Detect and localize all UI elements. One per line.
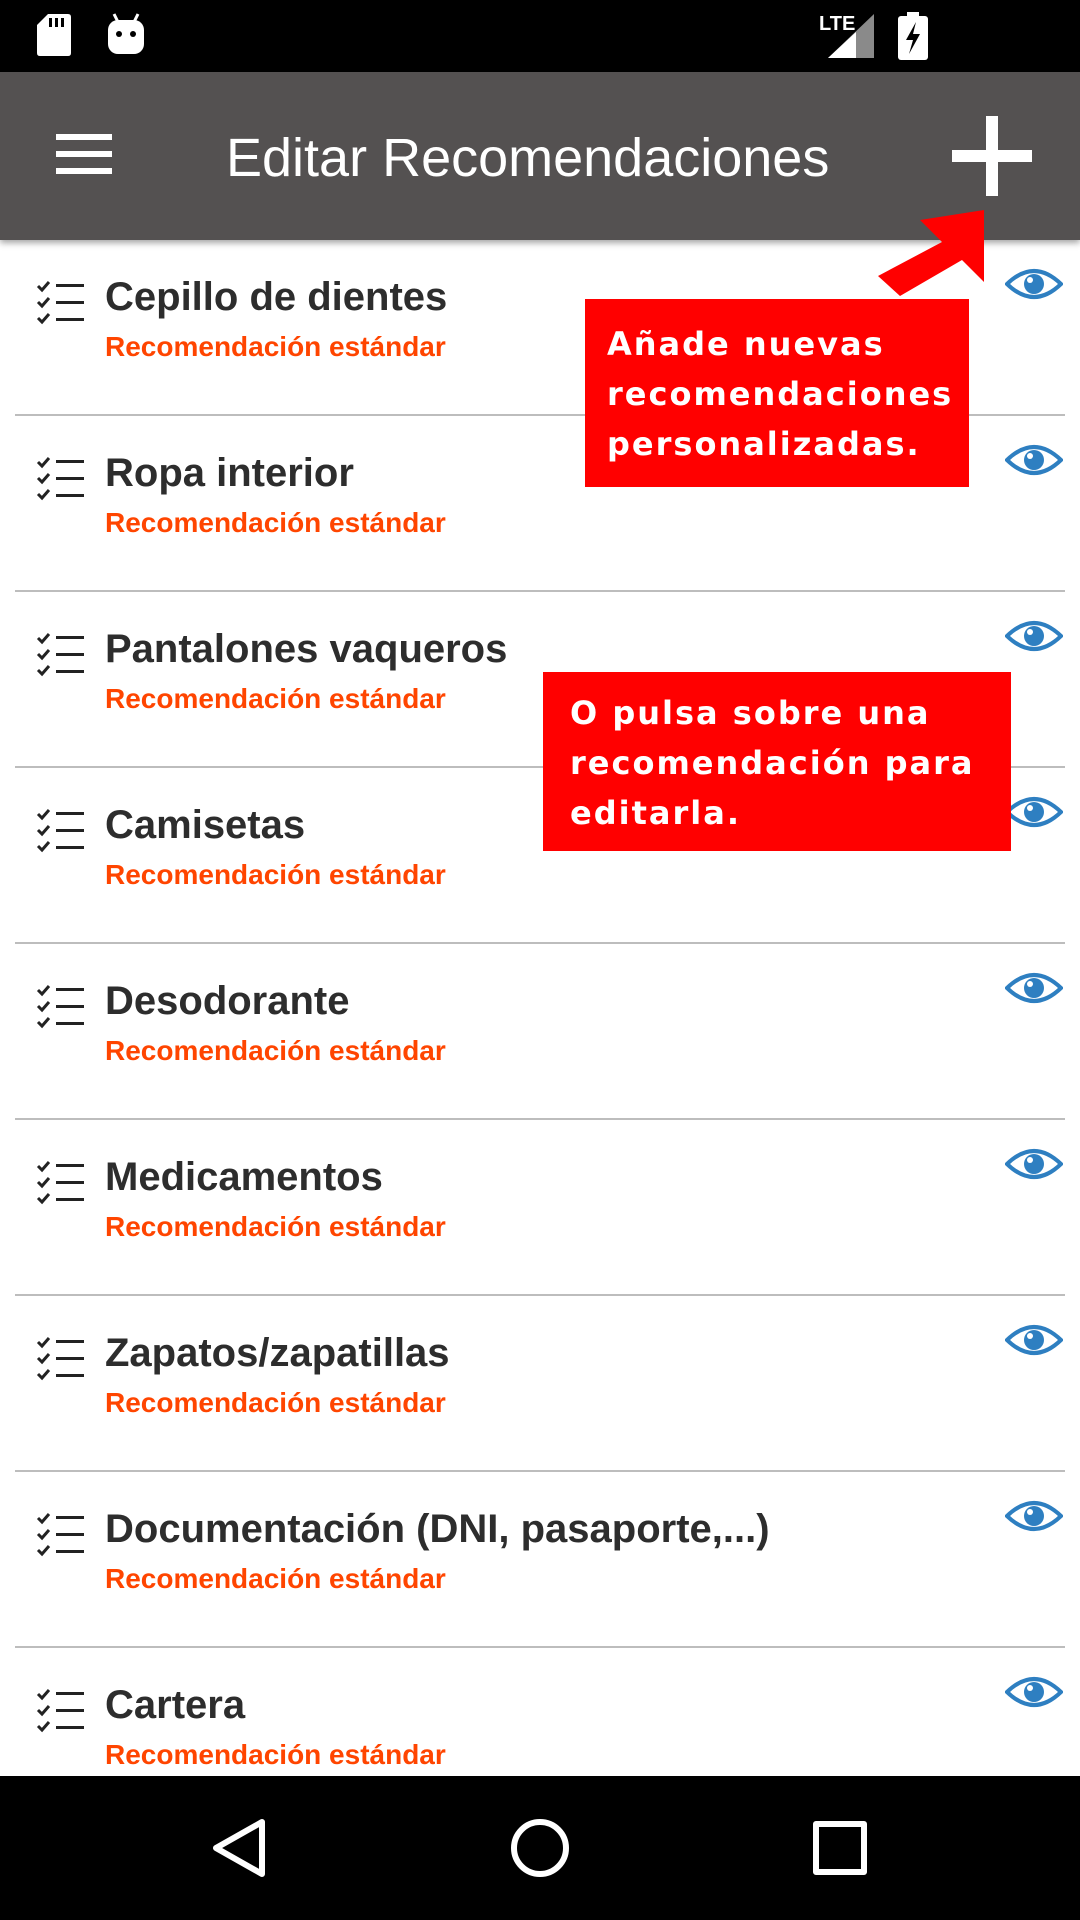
- home-button[interactable]: [500, 1808, 580, 1888]
- item-subtitle: Recomendación estándar: [105, 859, 446, 890]
- signal-icon: [828, 14, 874, 58]
- annotation-line: recomendaciones: [607, 375, 954, 413]
- back-button[interactable]: [200, 1808, 280, 1888]
- annotation-edit-callout: O pulsa sobre una recomendación para edi…: [543, 672, 1011, 851]
- item-subtitle: Recomendación estándar: [105, 1563, 446, 1594]
- menu-button[interactable]: [48, 126, 120, 186]
- eye-icon[interactable]: [1005, 266, 1063, 302]
- checklist-icon: [36, 1513, 84, 1557]
- battery-charging-icon: [898, 12, 928, 60]
- navigation-bar: [0, 1776, 1080, 1920]
- item-name: Cartera: [105, 1683, 246, 1727]
- page-title: Editar Recomendaciones: [226, 128, 830, 188]
- status-bar: LTE: [0, 0, 1080, 72]
- annotation-line: personalizadas.: [607, 425, 921, 463]
- annotation-line: recomendación para: [570, 744, 975, 782]
- eye-icon[interactable]: [1005, 794, 1063, 830]
- item-subtitle: Recomendación estándar: [105, 507, 446, 538]
- arrow-icon: [878, 210, 984, 296]
- checklist-icon: [36, 457, 84, 501]
- item-name: Desodorante: [105, 979, 350, 1023]
- item-name: Ropa interior: [105, 451, 354, 495]
- annotation-line: Añade nuevas: [607, 325, 885, 363]
- item-subtitle: Recomendación estándar: [105, 1035, 446, 1066]
- add-recommendation-button[interactable]: [952, 116, 1032, 196]
- list-item[interactable]: Medicamentos Recomendación estándar: [0, 1120, 1080, 1296]
- sd-card-icon: [37, 14, 71, 56]
- item-name: Medicamentos: [105, 1155, 383, 1199]
- eye-icon[interactable]: [1005, 970, 1063, 1006]
- item-subtitle: Recomendación estándar: [105, 1387, 446, 1418]
- back-triangle-icon: [213, 1819, 265, 1877]
- item-name: Pantalones vaqueros: [105, 627, 508, 671]
- checklist-icon: [36, 281, 84, 325]
- recents-square-icon: [813, 1821, 867, 1875]
- annotation-line: editarla.: [570, 794, 741, 832]
- checklist-icon: [36, 1337, 84, 1381]
- eye-icon[interactable]: [1005, 1322, 1063, 1358]
- list-item[interactable]: Desodorante Recomendación estándar: [0, 944, 1080, 1120]
- item-subtitle: Recomendación estándar: [105, 1739, 446, 1770]
- eye-icon[interactable]: [1005, 1498, 1063, 1534]
- screen: LTE Editar Recomendaciones Cepillo de di…: [0, 0, 1080, 1920]
- eye-icon[interactable]: [1005, 1674, 1063, 1710]
- list-item[interactable]: Documentación (DNI, pasaporte,...) Recom…: [0, 1472, 1080, 1648]
- item-name: Cepillo de dientes: [105, 275, 448, 319]
- checklist-icon: [36, 985, 84, 1029]
- home-circle-icon: [511, 1819, 569, 1877]
- item-subtitle: Recomendación estándar: [105, 683, 446, 714]
- plus-icon: [952, 116, 1032, 196]
- eye-icon[interactable]: [1005, 1146, 1063, 1182]
- item-subtitle: Recomendación estándar: [105, 1211, 446, 1242]
- checklist-icon: [36, 1689, 84, 1733]
- item-name: Documentación (DNI, pasaporte,...): [105, 1507, 770, 1551]
- android-icon: [108, 13, 144, 54]
- eye-icon[interactable]: [1005, 442, 1063, 478]
- annotation-add-callout: Añade nuevas recomendaciones personaliza…: [585, 299, 969, 487]
- annotation-line: O pulsa sobre una: [570, 694, 931, 732]
- eye-icon[interactable]: [1005, 618, 1063, 654]
- recents-button[interactable]: [800, 1808, 880, 1888]
- item-name: Zapatos/zapatillas: [105, 1331, 450, 1375]
- checklist-icon: [36, 809, 84, 853]
- checklist-icon: [36, 1161, 84, 1205]
- item-subtitle: Recomendación estándar: [105, 331, 446, 362]
- list-item[interactable]: Zapatos/zapatillas Recomendación estánda…: [0, 1296, 1080, 1472]
- item-name: Camisetas: [105, 803, 306, 847]
- checklist-icon: [36, 633, 84, 677]
